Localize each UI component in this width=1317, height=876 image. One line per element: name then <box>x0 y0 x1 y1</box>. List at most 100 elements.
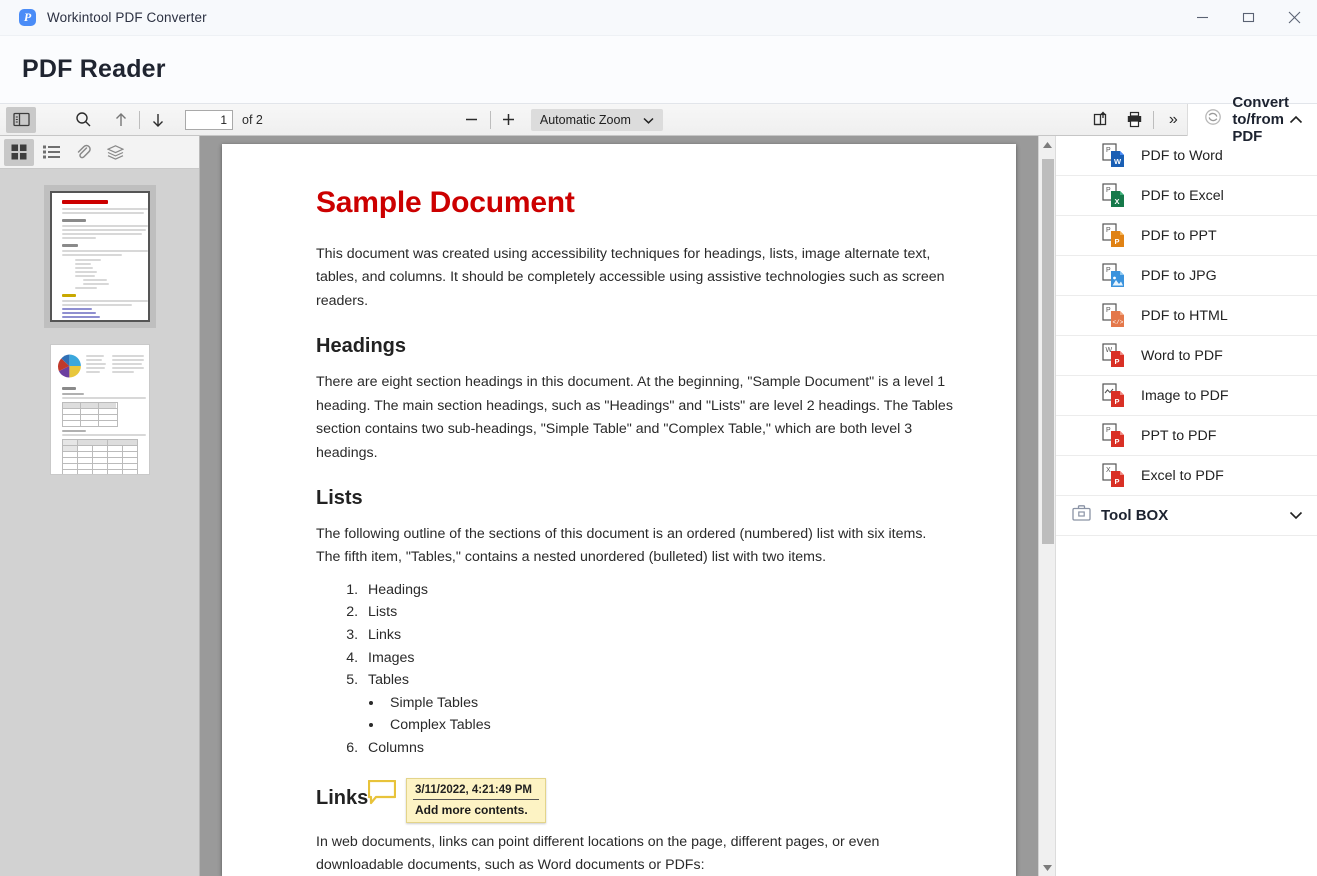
list-item: Links <box>362 625 954 646</box>
convert-item-image-to-pdf[interactable]: P Image to PDF <box>1056 376 1317 416</box>
svg-text:P: P <box>1115 237 1120 246</box>
pdf-to-word-icon: P W <box>1102 143 1128 169</box>
svg-text:X: X <box>1106 467 1111 474</box>
convert-item-label: PDF to PPT <box>1141 228 1217 244</box>
convert-item-label: PDF to Excel <box>1141 188 1224 204</box>
convert-section-header[interactable]: Convert to/from PDF <box>1187 104 1317 136</box>
toolbox-icon <box>1072 504 1091 527</box>
chevron-up-icon[interactable] <box>1289 111 1303 129</box>
svg-text:P: P <box>1115 437 1120 446</box>
zoom-select[interactable]: Automatic Zoom <box>531 109 663 131</box>
convert-item-label: PDF to Word <box>1141 148 1223 164</box>
scroll-down-arrow[interactable] <box>1039 859 1055 876</box>
pdf-to-ppt-icon: P P <box>1102 223 1128 249</box>
document-scrollbar[interactable] <box>1038 136 1055 876</box>
thumbnail-sidebar <box>0 136 200 876</box>
convert-item-excel-to-pdf[interactable]: X P Excel to PDF <box>1056 456 1317 496</box>
scrollbar-thumb[interactable] <box>1042 159 1054 544</box>
nested-list-item: Complex Tables <box>384 715 954 736</box>
convert-item-label: Excel to PDF <box>1141 468 1224 484</box>
find-button[interactable] <box>68 107 98 133</box>
zoom-in-button[interactable] <box>496 107 522 133</box>
thumbnail-list[interactable] <box>0 169 199 876</box>
list-item: Lists <box>362 602 954 623</box>
convert-item-pdf-to-html[interactable]: P </> PDF to HTML <box>1056 296 1317 336</box>
list-item: Images <box>362 648 954 669</box>
list-item: Tables <box>362 670 954 691</box>
convert-panel: P W PDF to Word P <box>1055 136 1317 876</box>
excel-to-pdf-icon: X P <box>1102 463 1128 489</box>
svg-text:P: P <box>1115 397 1120 406</box>
sidebar-item-layers[interactable] <box>100 139 130 166</box>
scroll-up-arrow[interactable] <box>1039 136 1055 153</box>
list-item: Columns <box>362 738 954 759</box>
svg-text:</>: </> <box>1113 319 1124 326</box>
image-to-pdf-icon: P <box>1102 383 1128 409</box>
comment-text: Add more contents. <box>413 800 539 817</box>
svg-text:X: X <box>1115 197 1120 206</box>
previous-page-button[interactable] <box>108 107 134 133</box>
svg-text:P: P <box>1106 427 1111 434</box>
svg-text:P: P <box>1106 187 1111 194</box>
zoom-select-value: Automatic Zoom <box>540 113 631 127</box>
pdf-reader-window: P Workintool PDF Converter PDF Reader <box>0 0 1317 876</box>
thumbnail-page-1[interactable] <box>44 185 156 328</box>
headings-section-title: Headings <box>316 335 954 358</box>
thumbnail-page-2[interactable] <box>50 344 150 475</box>
window-title-bar: P Workintool PDF Converter <box>0 0 1317 36</box>
next-page-button[interactable] <box>145 107 171 133</box>
document-viewer[interactable]: Sample Document This document was create… <box>200 136 1038 876</box>
sidebar-tabs <box>0 136 199 169</box>
thumbnail-pie-chart <box>56 351 83 381</box>
thumbnail-table-2 <box>62 439 138 475</box>
convert-item-label: Image to PDF <box>1141 388 1229 404</box>
document-title: Sample Document <box>316 186 954 220</box>
sidebar-item-attachments[interactable] <box>68 139 98 166</box>
document-page: Sample Document This document was create… <box>222 144 1016 876</box>
app-logo-icon: P <box>19 9 37 27</box>
toolbox-section-header[interactable]: Tool BOX <box>1056 496 1317 536</box>
comment-annotation-icon[interactable] <box>368 780 396 806</box>
chevron-down-icon <box>643 113 654 127</box>
links-section-title-wrap: Links 3/11/2022, 4:21:49 PM Add more con… <box>316 787 368 810</box>
print-button[interactable] <box>1120 107 1148 133</box>
convert-item-label: PPT to PDF <box>1141 428 1216 444</box>
convert-item-word-to-pdf[interactable]: W P Word to PDF <box>1056 336 1317 376</box>
page-header: PDF Reader <box>0 36 1317 104</box>
minimize-button[interactable] <box>1179 0 1225 36</box>
comment-popup[interactable]: 3/11/2022, 4:21:49 PM Add more contents. <box>406 778 546 823</box>
page-count-label: of 2 <box>242 113 263 127</box>
app-logo-letter: P <box>19 8 36 26</box>
more-tools-button[interactable]: » <box>1159 107 1187 133</box>
sidebar-item-thumbnails[interactable] <box>4 139 34 166</box>
toolbar-separator-3 <box>1153 111 1154 129</box>
svg-text:W: W <box>1114 157 1122 166</box>
toolbar-separator-1 <box>139 111 140 129</box>
document-ordered-list: Headings Lists Links Images Tables Simpl… <box>362 580 954 759</box>
open-file-button[interactable] <box>1086 107 1114 133</box>
sidebar-item-outline[interactable] <box>36 139 66 166</box>
convert-item-pdf-to-excel[interactable]: P X PDF to Excel <box>1056 176 1317 216</box>
sidebar-toggle-button[interactable] <box>6 107 36 133</box>
toolbar-separator-2 <box>490 111 491 129</box>
convert-panel-empty-area <box>1056 536 1317 876</box>
close-button[interactable] <box>1271 0 1317 36</box>
chevron-down-icon[interactable] <box>1289 507 1303 525</box>
maximize-button[interactable] <box>1225 0 1271 36</box>
zoom-out-button[interactable] <box>459 107 485 133</box>
document-nested-list: Simple Tables Complex Tables <box>384 693 954 736</box>
convert-section-title: Convert to/from PDF <box>1232 94 1289 145</box>
thumbnail-table-1 <box>62 402 118 427</box>
convert-item-label: Word to PDF <box>1141 348 1223 364</box>
page-number-input[interactable] <box>185 110 233 130</box>
list-item: Headings <box>362 580 954 601</box>
ppt-to-pdf-icon: P P <box>1102 423 1128 449</box>
comment-timestamp: 3/11/2022, 4:21:49 PM <box>413 783 539 800</box>
svg-text:P: P <box>1106 267 1111 274</box>
scrollbar-track[interactable] <box>1039 153 1055 859</box>
convert-item-ppt-to-pdf[interactable]: P P PPT to PDF <box>1056 416 1317 456</box>
convert-item-pdf-to-ppt[interactable]: P P PDF to PPT <box>1056 216 1317 256</box>
convert-item-pdf-to-jpg[interactable]: P PDF to JPG <box>1056 256 1317 296</box>
pdf-to-excel-icon: P X <box>1102 183 1128 209</box>
convert-icon <box>1204 108 1222 131</box>
